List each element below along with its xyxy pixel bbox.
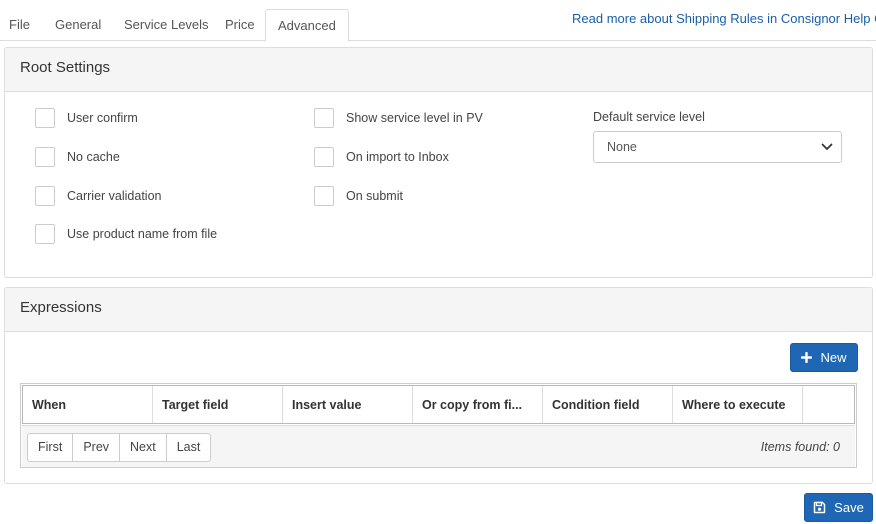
carrier-validation-label: Carrier validation xyxy=(67,189,162,203)
user-confirm-label: User confirm xyxy=(67,111,138,125)
no-cache-checkbox[interactable] xyxy=(35,147,55,167)
save-button[interactable]: Save xyxy=(804,493,873,522)
user-confirm-option: User confirm xyxy=(35,108,138,128)
tab-advanced[interactable]: Advanced xyxy=(265,9,349,42)
pager: First Prev Next Last xyxy=(27,433,212,462)
column-insert-value[interactable]: Insert value xyxy=(283,386,413,423)
carrier-validation-checkbox[interactable] xyxy=(35,186,55,206)
table-footer: First Prev Next Last Items found: 0 xyxy=(22,425,855,467)
column-when[interactable]: When xyxy=(23,386,153,423)
save-button-label: Save xyxy=(834,500,864,515)
default-service-level-select[interactable]: None xyxy=(593,131,842,163)
tab-price[interactable]: Price xyxy=(225,10,255,41)
carrier-validation-option: Carrier validation xyxy=(35,186,161,206)
on-import-option: On import to Inbox xyxy=(314,147,449,167)
on-submit-label: On submit xyxy=(346,189,403,203)
tab-file[interactable]: File xyxy=(9,10,30,41)
on-import-label: On import to Inbox xyxy=(346,150,449,164)
tab-bar: File General Service Levels Price Advanc… xyxy=(0,0,876,42)
expressions-title: Expressions xyxy=(5,288,872,332)
pager-prev-button[interactable]: Prev xyxy=(72,433,121,462)
root-settings-panel: Root Settings User confirm No cache Carr… xyxy=(4,47,873,278)
use-product-name-checkbox[interactable] xyxy=(35,224,55,244)
new-expression-button[interactable]: New xyxy=(790,343,858,372)
tab-service-levels[interactable]: Service Levels xyxy=(124,10,209,41)
column-condition-field[interactable]: Condition field xyxy=(543,386,673,423)
use-product-name-label: Use product name from file xyxy=(67,227,218,241)
show-service-level-label: Show service level in PV xyxy=(346,111,483,125)
root-settings-title: Root Settings xyxy=(5,48,872,92)
help-link[interactable]: Read more about Shipping Rules in Consig… xyxy=(572,11,876,26)
use-product-name-option: Use product name from file xyxy=(35,224,217,244)
items-found-count: Items found: 0 xyxy=(760,440,840,454)
floppy-disk-icon xyxy=(813,501,826,514)
pager-next-button[interactable]: Next xyxy=(119,433,167,462)
default-service-level-label: Default service level xyxy=(593,110,705,124)
pager-last-button[interactable]: Last xyxy=(165,433,212,462)
column-where-to-execute[interactable]: Where to execute xyxy=(673,386,803,423)
new-button-label: New xyxy=(820,350,847,365)
user-confirm-checkbox[interactable] xyxy=(35,108,55,128)
pager-first-button[interactable]: First xyxy=(27,433,74,462)
expressions-panel: Expressions New When Target field Insert… xyxy=(4,287,873,484)
on-submit-checkbox[interactable] xyxy=(314,186,334,206)
no-cache-label: No cache xyxy=(67,150,120,164)
default-service-level-value: None xyxy=(607,140,637,154)
column-copy-from-field[interactable]: Or copy from fi... xyxy=(413,386,543,423)
column-actions xyxy=(803,386,854,423)
column-target-field[interactable]: Target field xyxy=(153,386,283,423)
chevron-down-icon xyxy=(821,143,833,150)
show-service-level-option: Show service level in PV xyxy=(314,108,483,128)
expressions-table: When Target field Insert value Or copy f… xyxy=(20,383,857,468)
table-header: When Target field Insert value Or copy f… xyxy=(22,385,855,424)
on-submit-option: On submit xyxy=(314,186,403,206)
plus-icon xyxy=(801,352,813,363)
on-import-checkbox[interactable] xyxy=(314,147,334,167)
show-service-level-checkbox[interactable] xyxy=(314,108,334,128)
tab-general[interactable]: General xyxy=(55,10,101,41)
no-cache-option: No cache xyxy=(35,147,120,167)
